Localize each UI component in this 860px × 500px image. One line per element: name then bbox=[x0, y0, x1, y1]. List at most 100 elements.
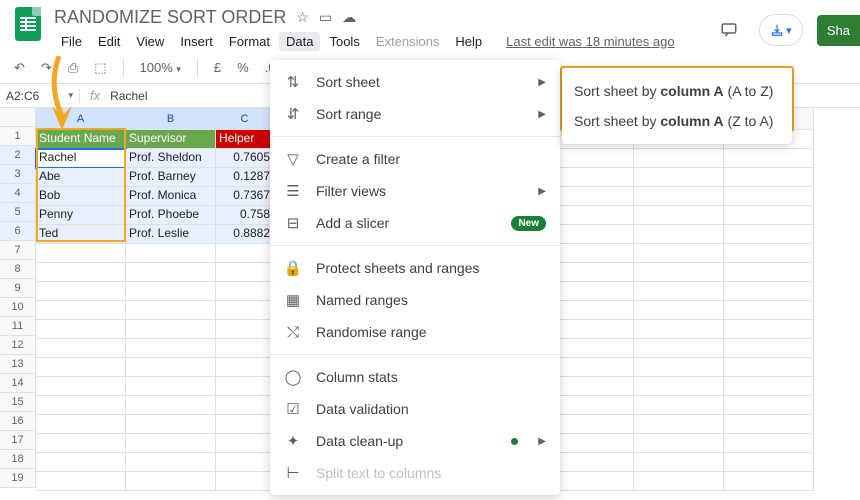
row-header[interactable]: 1 bbox=[0, 127, 36, 146]
menu-data-cleanup[interactable]: ✦Data clean-up▶ bbox=[270, 425, 560, 457]
cell[interactable]: Prof. Leslie bbox=[126, 225, 216, 244]
cell[interactable] bbox=[216, 396, 274, 415]
print-icon[interactable]: ⎙ bbox=[64, 58, 82, 78]
row-header[interactable]: 5 bbox=[0, 203, 36, 222]
sort-sheet-az[interactable]: Sort sheet by column A (A to Z) bbox=[562, 76, 792, 106]
cell[interactable] bbox=[126, 263, 216, 282]
row-header[interactable]: 16 bbox=[0, 412, 36, 431]
cell[interactable] bbox=[216, 339, 274, 358]
column-header[interactable]: B bbox=[126, 108, 216, 130]
row-header[interactable]: 11 bbox=[0, 317, 36, 336]
cell[interactable]: Helper bbox=[216, 130, 274, 149]
row-header[interactable]: 18 bbox=[0, 450, 36, 469]
cell[interactable] bbox=[724, 339, 814, 358]
cell[interactable] bbox=[36, 472, 126, 491]
cell[interactable] bbox=[126, 358, 216, 377]
menu-named-ranges[interactable]: ▦Named ranges bbox=[270, 284, 560, 316]
cell[interactable] bbox=[216, 415, 274, 434]
cell[interactable] bbox=[126, 320, 216, 339]
menu-sort-range[interactable]: ⇵Sort range▶ bbox=[270, 98, 560, 130]
cloud-icon[interactable]: ☁ bbox=[342, 9, 356, 26]
formula-value[interactable]: Rachel bbox=[110, 89, 147, 103]
cell[interactable] bbox=[634, 187, 724, 206]
cell[interactable] bbox=[216, 377, 274, 396]
currency-icon[interactable]: £ bbox=[210, 58, 225, 77]
cell[interactable] bbox=[724, 149, 814, 168]
cell[interactable] bbox=[634, 339, 724, 358]
cell[interactable]: Rachel bbox=[36, 149, 126, 168]
cell[interactable] bbox=[216, 263, 274, 282]
cell[interactable] bbox=[724, 225, 814, 244]
menu-column-stats[interactable]: ◯Column stats bbox=[270, 361, 560, 393]
row-header[interactable]: 6 bbox=[0, 222, 36, 241]
menu-protect[interactable]: 🔒Protect sheets and ranges bbox=[270, 252, 560, 284]
cell[interactable]: 0.758 bbox=[216, 206, 274, 225]
cell[interactable] bbox=[634, 377, 724, 396]
sort-sheet-za[interactable]: Sort sheet by column A (Z to A) bbox=[562, 106, 792, 136]
cell[interactable] bbox=[216, 472, 274, 491]
cell[interactable] bbox=[634, 244, 724, 263]
cell[interactable] bbox=[634, 453, 724, 472]
cell[interactable] bbox=[216, 282, 274, 301]
row-header[interactable]: 4 bbox=[0, 184, 36, 203]
cell[interactable] bbox=[36, 396, 126, 415]
cell[interactable] bbox=[126, 472, 216, 491]
cell[interactable] bbox=[36, 434, 126, 453]
cell[interactable] bbox=[634, 206, 724, 225]
cell[interactable] bbox=[634, 358, 724, 377]
cell[interactable]: 0.7605 bbox=[216, 149, 274, 168]
doc-title[interactable]: RANDOMIZE SORT ORDER bbox=[54, 7, 286, 28]
cell[interactable] bbox=[216, 434, 274, 453]
cell[interactable]: Bob bbox=[36, 187, 126, 206]
menu-file[interactable]: File bbox=[54, 32, 89, 51]
row-header[interactable]: 14 bbox=[0, 374, 36, 393]
row-header[interactable]: 2 bbox=[0, 146, 36, 165]
comments-icon[interactable] bbox=[713, 14, 745, 46]
cell[interactable]: Ted bbox=[36, 225, 126, 244]
menu-data-validation[interactable]: ☑Data validation bbox=[270, 393, 560, 425]
star-icon[interactable]: ☆ bbox=[296, 9, 309, 26]
cell[interactable] bbox=[126, 453, 216, 472]
cell[interactable]: Supervisor bbox=[126, 130, 216, 149]
cell[interactable] bbox=[634, 263, 724, 282]
cell[interactable] bbox=[724, 320, 814, 339]
cell[interactable] bbox=[36, 301, 126, 320]
menu-edit[interactable]: Edit bbox=[91, 32, 127, 51]
row-header[interactable]: 15 bbox=[0, 393, 36, 412]
last-edit-link[interactable]: Last edit was 18 minutes ago bbox=[499, 32, 681, 51]
menu-sort-sheet[interactable]: ⇅Sort sheet▶ bbox=[270, 66, 560, 98]
cell[interactable] bbox=[724, 206, 814, 225]
cell[interactable] bbox=[724, 282, 814, 301]
cell[interactable]: Prof. Barney bbox=[126, 168, 216, 187]
cell[interactable]: Prof. Phoebe bbox=[126, 206, 216, 225]
cell[interactable] bbox=[126, 377, 216, 396]
cell[interactable] bbox=[634, 149, 724, 168]
row-header[interactable]: 9 bbox=[0, 279, 36, 298]
cell[interactable] bbox=[634, 301, 724, 320]
paint-format-icon[interactable]: ⬚ bbox=[90, 58, 110, 78]
cell[interactable] bbox=[724, 168, 814, 187]
cell[interactable] bbox=[126, 415, 216, 434]
undo-icon[interactable]: ↶ bbox=[10, 58, 29, 78]
column-header[interactable]: A bbox=[36, 108, 126, 130]
cell[interactable] bbox=[126, 434, 216, 453]
menu-filter-views[interactable]: ☰Filter views▶ bbox=[270, 175, 560, 207]
cell[interactable] bbox=[216, 358, 274, 377]
menu-create-filter[interactable]: ▽Create a filter bbox=[270, 143, 560, 175]
cell[interactable]: Penny bbox=[36, 206, 126, 225]
cell[interactable]: Student Name bbox=[36, 130, 126, 149]
share-button[interactable]: Sha bbox=[817, 15, 860, 46]
menu-add-slicer[interactable]: ⊟Add a slicerNew bbox=[270, 207, 560, 239]
row-header[interactable]: 8 bbox=[0, 260, 36, 279]
cell[interactable] bbox=[36, 263, 126, 282]
cell[interactable] bbox=[126, 301, 216, 320]
move-icon[interactable]: ▭ bbox=[319, 9, 332, 26]
row-header[interactable]: 12 bbox=[0, 336, 36, 355]
cell[interactable] bbox=[216, 301, 274, 320]
cell[interactable] bbox=[126, 396, 216, 415]
cell[interactable]: Prof. Monica bbox=[126, 187, 216, 206]
menu-view[interactable]: View bbox=[129, 32, 171, 51]
cell[interactable] bbox=[724, 301, 814, 320]
cell[interactable] bbox=[36, 377, 126, 396]
cell[interactable] bbox=[36, 358, 126, 377]
